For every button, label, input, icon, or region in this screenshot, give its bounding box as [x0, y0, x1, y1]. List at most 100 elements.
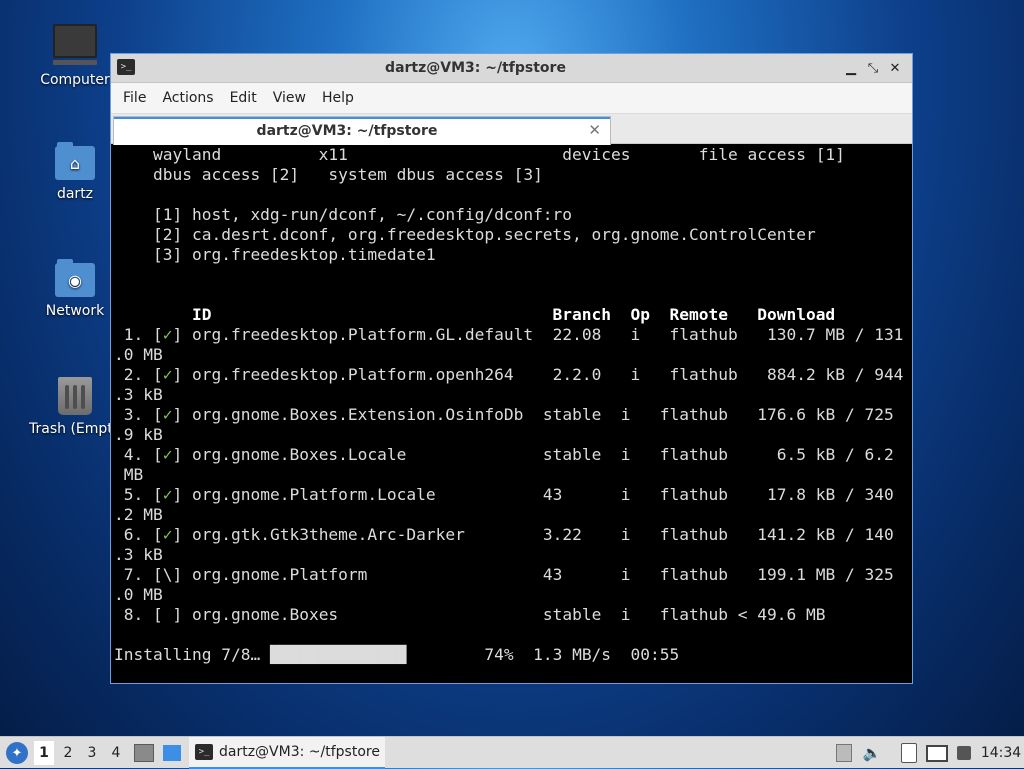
desktop-icon-trash[interactable]: Trash (Empty)	[27, 377, 123, 437]
tray-network[interactable]	[926, 737, 948, 769]
install-status: Installing 7/8… ██████████████ 74% 1.3 M…	[114, 645, 679, 665]
row-wrap: .2 MB	[114, 505, 163, 524]
desktop-icon-label: Network	[45, 303, 105, 319]
desktop-icon	[163, 745, 181, 761]
row-details: org.freedesktop.Platform.GL.default 22.0…	[182, 325, 904, 344]
menu-edit[interactable]: Edit	[222, 90, 265, 106]
terminal-app-icon: >_	[195, 744, 213, 760]
tab-label: dartz@VM3: ~/tfpstore	[256, 123, 438, 139]
desktop-icon-computer[interactable]: Computer	[27, 24, 123, 88]
workspace-4[interactable]: 4	[106, 737, 126, 769]
minimize-button[interactable]: ▁	[840, 61, 862, 76]
tray-clipboard[interactable]	[898, 737, 920, 769]
check-icon: ✓	[162, 525, 173, 544]
home-folder-icon: ⌂	[55, 142, 95, 180]
tab-bar: dartz@VM3: ~/tfpstore ✕	[111, 113, 912, 145]
updates-icon	[836, 744, 852, 762]
menu-view[interactable]: View	[265, 90, 314, 106]
row-wrap: .9 kB	[114, 425, 163, 444]
row-details: org.gtk.Gtk3theme.Arc-Darker 3.22 i flat…	[182, 525, 894, 544]
table-row: 6. [✓] org.gtk.Gtk3theme.Arc-Darker 3.22…	[114, 525, 894, 544]
start-menu-button[interactable]: ✦	[4, 737, 30, 769]
row-details: org.gnome.Platform.Locale 43 i flathub 1…	[182, 485, 894, 504]
row-number: 6.	[114, 525, 144, 544]
row-wrap: .0 MB	[114, 345, 163, 364]
taskbar: ✦ 1 2 3 4 >_ dartz@VM3: ~/tfpstore 🔈 14:…	[0, 736, 1024, 769]
desktop-button[interactable]	[161, 737, 183, 769]
row-wrap: .3 kB	[114, 385, 163, 404]
table-row: 2. [✓] org.freedesktop.Platform.openh264…	[114, 365, 904, 384]
maximize-button[interactable]: ⤡	[862, 61, 884, 76]
menu-file[interactable]: File	[115, 90, 154, 106]
volume-icon: 🔈	[862, 744, 882, 762]
permission-note: [1] host, xdg-run/dconf, ~/.config/dconf…	[114, 205, 573, 224]
desktop-icon-label: Computer	[40, 72, 110, 88]
desktop-icon-label: Trash (Empty)	[29, 421, 112, 437]
row-details: org.gnome.Boxes.Extension.OsinfoDb stabl…	[182, 405, 894, 424]
row-details: org.gnome.Platform 43 i flathub 199.1 MB…	[182, 565, 894, 584]
terminal-output[interactable]: wayland x11 devices file access [1] dbus…	[111, 145, 912, 683]
menu-help[interactable]: Help	[314, 90, 362, 106]
row-number: 2.	[114, 365, 144, 384]
window-titlebar[interactable]: >_ dartz@VM3: ~/tfpstore ▁ ⤡ ✕	[111, 54, 912, 83]
clock[interactable]: 14:34	[980, 737, 1022, 769]
check-icon: ✓	[162, 485, 173, 504]
terminal-app-icon: >_	[117, 59, 135, 75]
tab-terminal[interactable]: dartz@VM3: ~/tfpstore ✕	[113, 116, 611, 145]
row-details: org.freedesktop.Platform.openh264 2.2.0 …	[182, 365, 904, 384]
status-suffix: 74% 1.3 MB/s 00:55	[406, 645, 680, 664]
desktop-icon-home[interactable]: ⌂ dartz	[27, 142, 123, 202]
pending-mark	[163, 605, 173, 624]
clipboard-icon	[901, 743, 917, 763]
row-number: 7.	[114, 565, 144, 584]
table-row: 1. [✓] org.freedesktop.Platform.GL.defau…	[114, 325, 904, 344]
table-row: 4. [✓] org.gnome.Boxes.Locale stable i f…	[114, 445, 894, 464]
network-folder-icon: ◉	[55, 259, 95, 297]
row-wrap: MB	[114, 465, 144, 484]
workspace-2[interactable]: 2	[58, 737, 78, 769]
computer-icon	[53, 24, 97, 65]
table-row: 8. [ ] org.gnome.Boxes stable i flathub …	[114, 605, 826, 624]
show-desktop-button[interactable]	[133, 737, 155, 769]
trash-icon	[58, 377, 92, 415]
permissions-line: wayland x11 devices file access [1]	[114, 145, 845, 164]
tray-notifications[interactable]	[954, 737, 974, 769]
workspace-1[interactable]: 1	[34, 741, 54, 765]
menu-actions[interactable]: Actions	[154, 90, 221, 106]
row-number: 5.	[114, 485, 144, 504]
row-wrap: .0 MB	[114, 585, 163, 604]
network-icon	[926, 744, 948, 762]
tab-close-icon[interactable]: ✕	[588, 121, 601, 139]
start-menu-icon: ✦	[6, 742, 28, 764]
table-header: ID Branch Op Remote Download	[114, 305, 836, 324]
row-number: 1.	[114, 325, 144, 344]
row-number: 8.	[114, 605, 144, 624]
row-details: org.gnome.Boxes stable i flathub < 49.6 …	[182, 605, 826, 624]
tray-volume[interactable]: 🔈	[862, 737, 882, 769]
table-row: 5. [✓] org.gnome.Platform.Locale 43 i fl…	[114, 485, 894, 504]
notification-icon	[957, 746, 971, 760]
permissions-line: dbus access [2] system dbus access [3]	[114, 165, 543, 184]
close-button[interactable]: ✕	[884, 61, 906, 76]
status-prefix: Installing 7/8…	[114, 645, 270, 664]
check-icon: ✓	[162, 325, 173, 344]
file-manager-icon	[134, 744, 154, 762]
taskbar-window-terminal[interactable]: >_ dartz@VM3: ~/tfpstore	[189, 737, 385, 769]
permission-note: [3] org.freedesktop.timedate1	[114, 245, 436, 264]
tray-updates[interactable]	[834, 737, 854, 769]
desktop-icon-network[interactable]: ◉ Network	[27, 259, 123, 319]
spinner-icon: \	[162, 565, 173, 584]
menu-bar: File Actions Edit View Help	[111, 83, 912, 113]
workspace-3[interactable]: 3	[82, 737, 102, 769]
row-wrap: .3 kB	[114, 545, 163, 564]
terminal-window: >_ dartz@VM3: ~/tfpstore ▁ ⤡ ✕ File Acti…	[110, 53, 913, 684]
check-icon: ✓	[162, 445, 173, 464]
window-title: dartz@VM3: ~/tfpstore	[385, 60, 566, 76]
desktop-icon-label: dartz	[56, 186, 94, 202]
row-number: 3.	[114, 405, 144, 424]
row-number: 4.	[114, 445, 144, 464]
permission-note: [2] ca.desrt.dconf, org.freedesktop.secr…	[114, 225, 816, 244]
table-row: 7. [\] org.gnome.Platform 43 i flathub 1…	[114, 565, 894, 584]
check-icon: ✓	[162, 365, 173, 384]
task-label: dartz@VM3: ~/tfpstore	[219, 744, 380, 760]
